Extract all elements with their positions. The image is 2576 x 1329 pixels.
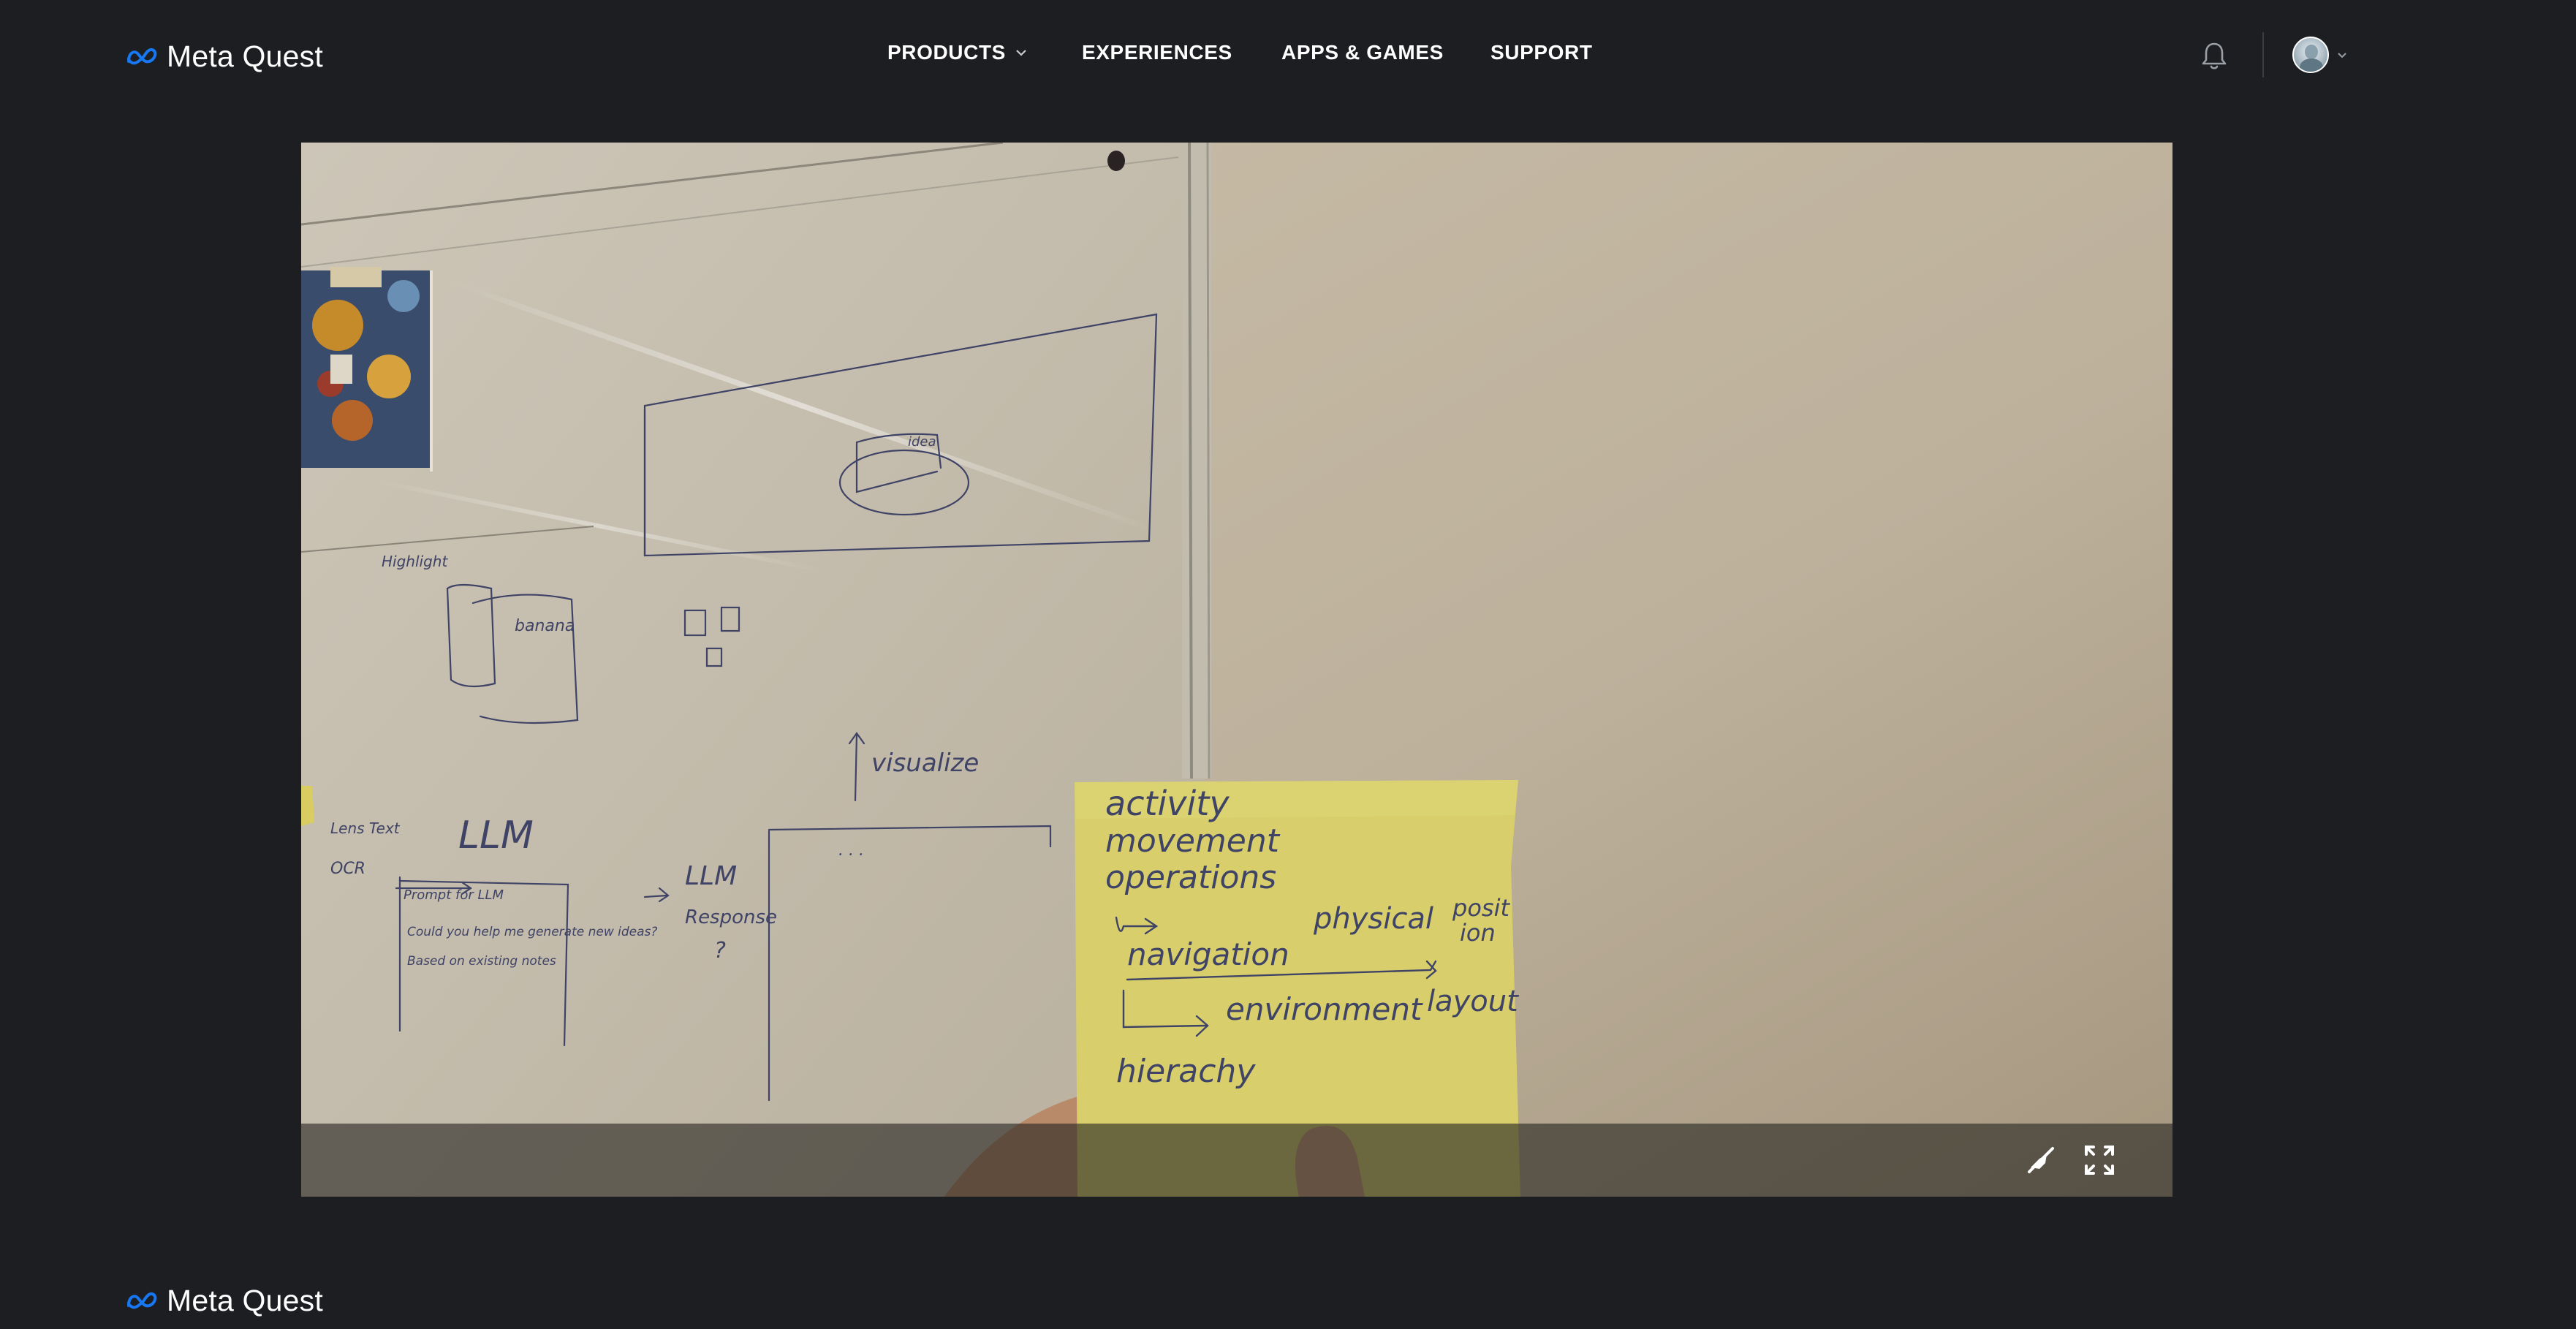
- avatar: [2292, 37, 2329, 73]
- whiteboard-dots: . . .: [838, 841, 864, 860]
- whiteboard-ocr-text: OCR: [330, 860, 365, 878]
- whiteboard-response-line-2: Response: [685, 906, 777, 928]
- whiteboard-response-line-1: LLM: [685, 861, 737, 891]
- sticky-line-7: ion: [1460, 919, 1496, 947]
- nav-products-label: PRODUCTS: [887, 41, 1006, 64]
- nav-support[interactable]: SUPPORT: [1490, 41, 1593, 64]
- nav-apps-games-label: APPS & GAMES: [1281, 41, 1444, 64]
- whiteboard-visualize-text: visualize: [871, 749, 979, 778]
- whiteboard-prompt-line-2: Could you help me generate new ideas?: [407, 925, 657, 939]
- whiteboard-prompt-line-3: Based on existing notes: [407, 954, 556, 969]
- nav-products[interactable]: PRODUCTS: [887, 41, 1028, 64]
- whiteboard-response-line-3: ?: [714, 938, 726, 963]
- whiteboard-banana-text: banana: [515, 617, 575, 635]
- meta-logo-icon: [127, 1292, 157, 1309]
- site-header: Meta Quest PRODUCTS EXPERIENCES APPS & G…: [0, 0, 2576, 110]
- header-divider: [2262, 32, 2264, 77]
- sticky-line-5: physical: [1313, 902, 1433, 936]
- nav-support-label: SUPPORT: [1490, 41, 1593, 64]
- main-nav: PRODUCTS EXPERIENCES APPS & GAMES SUPPOR…: [0, 41, 2576, 70]
- bell-icon[interactable]: [2197, 39, 2231, 73]
- nav-experiences[interactable]: EXPERIENCES: [1082, 41, 1232, 64]
- fullscreen-icon: [2085, 1146, 2114, 1175]
- sticky-line-4: navigation: [1127, 936, 1289, 972]
- sticky-line-1: activity: [1105, 784, 1230, 823]
- account-menu[interactable]: [2292, 37, 2348, 73]
- whiteboard-prompt-line-1: Prompt for LLM: [404, 887, 504, 903]
- sticky-line-10: hierachy: [1116, 1053, 1256, 1090]
- whiteboard-lens-text: Lens Text: [330, 819, 401, 837]
- sticky-line-2: movement: [1105, 822, 1281, 860]
- sticky-line-8: environment: [1226, 991, 1423, 1027]
- whiteboard-highlight-text: Highlight: [382, 553, 448, 570]
- mute-icon: [2028, 1147, 2054, 1173]
- video-frame: Highlight banana idea visualize Lens Tex…: [301, 143, 2172, 1197]
- video-controls-bar: [301, 1124, 2172, 1197]
- nav-experiences-label: EXPERIENCES: [1082, 41, 1232, 64]
- fullscreen-button[interactable]: [2077, 1138, 2121, 1182]
- sticky-line-6: posit: [1452, 894, 1510, 922]
- video-player[interactable]: Highlight banana idea visualize Lens Tex…: [301, 143, 2172, 1197]
- chevron-down-icon: [2338, 52, 2346, 58]
- footer-logo[interactable]: Meta Quest: [126, 1282, 323, 1319]
- footer-brand-name: Meta Quest: [167, 1283, 323, 1317]
- nav-apps-games[interactable]: APPS & GAMES: [1281, 41, 1444, 64]
- whiteboard-idea-text: idea: [908, 434, 936, 450]
- chevron-down-icon: [1016, 50, 1026, 56]
- sticky-line-3: operations: [1105, 859, 1276, 896]
- mute-button[interactable]: [2019, 1138, 2063, 1182]
- whiteboard-llm-title: LLM: [458, 814, 534, 857]
- sticky-line-9: layout: [1427, 985, 1519, 1018]
